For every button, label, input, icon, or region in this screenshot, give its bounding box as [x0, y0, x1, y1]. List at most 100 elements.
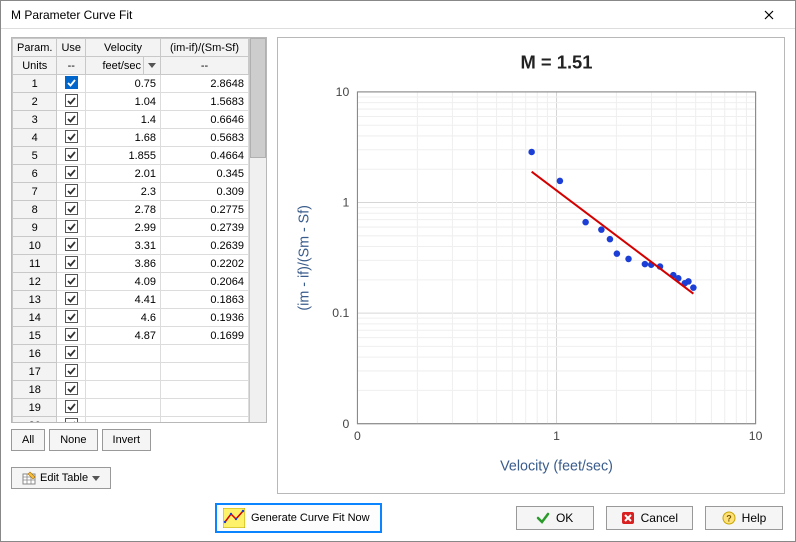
table-row[interactable]: 15 4.870.1699 [13, 327, 249, 345]
ratio-cell[interactable]: 2.8648 [161, 75, 249, 93]
table-row[interactable]: 16 [13, 345, 249, 363]
edit-table-button[interactable]: Edit Table [11, 467, 111, 489]
table-row[interactable]: 10 3.310.2639 [13, 237, 249, 255]
ratio-cell[interactable]: 0.6646 [161, 111, 249, 129]
row-number[interactable]: 12 [13, 273, 57, 291]
ratio-cell[interactable]: 0.4664 [161, 147, 249, 165]
ratio-cell[interactable] [161, 417, 249, 424]
table-row[interactable]: 8 2.780.2775 [13, 201, 249, 219]
use-checkbox-cell[interactable] [57, 363, 86, 381]
table-row[interactable]: 21.041.5683 [13, 93, 249, 111]
row-number[interactable]: 5 [13, 147, 57, 165]
ratio-cell[interactable]: 0.5683 [161, 129, 249, 147]
table-row[interactable]: 92.990.2739 [13, 219, 249, 237]
col-header-use[interactable]: Use [57, 39, 86, 57]
table-row[interactable]: 10.752.8648 [13, 75, 249, 93]
row-number[interactable]: 1 [13, 75, 57, 93]
use-checkbox-cell[interactable] [57, 111, 86, 129]
row-number[interactable]: 17 [13, 363, 57, 381]
col-header-velocity[interactable]: Velocity [86, 39, 161, 57]
units-label[interactable]: Units [13, 57, 57, 75]
velocity-cell[interactable]: 4.87 [86, 327, 161, 345]
scrollbar-thumb[interactable] [250, 38, 266, 158]
use-checkbox-cell[interactable] [57, 237, 86, 255]
use-checkbox-cell[interactable] [57, 183, 86, 201]
row-number[interactable]: 11 [13, 255, 57, 273]
velocity-cell[interactable] [86, 345, 161, 363]
close-button[interactable] [749, 3, 789, 27]
table-row[interactable]: 11 3.860.2202 [13, 255, 249, 273]
table-row[interactable]: 18 [13, 381, 249, 399]
use-checkbox-cell[interactable] [57, 345, 86, 363]
row-number[interactable]: 7 [13, 183, 57, 201]
table-row[interactable]: 5 1.8550.4664 [13, 147, 249, 165]
use-checkbox-cell[interactable] [57, 201, 86, 219]
velocity-cell[interactable]: 4.6 [86, 309, 161, 327]
use-checkbox-cell[interactable] [57, 417, 86, 424]
velocity-cell[interactable] [86, 399, 161, 417]
ratio-cell[interactable]: 0.2202 [161, 255, 249, 273]
ratio-cell[interactable]: 0.2775 [161, 201, 249, 219]
row-number[interactable]: 15 [13, 327, 57, 345]
ratio-cell[interactable] [161, 363, 249, 381]
use-checkbox-cell[interactable] [57, 273, 86, 291]
velocity-units-dropdown[interactable] [144, 57, 161, 75]
table-row[interactable]: 4 1.680.5683 [13, 129, 249, 147]
use-checkbox-cell[interactable] [57, 147, 86, 165]
velocity-cell[interactable]: 3.86 [86, 255, 161, 273]
velocity-cell[interactable]: 4.41 [86, 291, 161, 309]
ratio-cell[interactable]: 0.2064 [161, 273, 249, 291]
velocity-cell[interactable] [86, 417, 161, 424]
table-row[interactable]: 20 [13, 417, 249, 424]
row-number[interactable]: 10 [13, 237, 57, 255]
generate-curve-fit-button[interactable]: Generate Curve Fit Now [215, 503, 382, 533]
ratio-cell[interactable]: 0.1936 [161, 309, 249, 327]
velocity-cell[interactable] [86, 381, 161, 399]
use-checkbox-cell[interactable] [57, 291, 86, 309]
velocity-cell[interactable]: 1.855 [86, 147, 161, 165]
velocity-cell[interactable] [86, 363, 161, 381]
velocity-cell[interactable]: 2.99 [86, 219, 161, 237]
velocity-cell[interactable]: 1.04 [86, 93, 161, 111]
velocity-cell[interactable]: 4.09 [86, 273, 161, 291]
table-row[interactable]: 14 4.60.1936 [13, 309, 249, 327]
all-button[interactable]: All [11, 429, 45, 451]
use-checkbox-cell[interactable] [57, 399, 86, 417]
velocity-units[interactable]: feet/sec [86, 57, 144, 75]
none-button[interactable]: None [49, 429, 97, 451]
velocity-cell[interactable]: 1.4 [86, 111, 161, 129]
use-checkbox-cell[interactable] [57, 165, 86, 183]
row-number[interactable]: 8 [13, 201, 57, 219]
use-checkbox-cell[interactable] [57, 309, 86, 327]
vertical-scrollbar[interactable] [249, 38, 266, 422]
velocity-cell[interactable]: 2.3 [86, 183, 161, 201]
row-number[interactable]: 18 [13, 381, 57, 399]
row-number[interactable]: 14 [13, 309, 57, 327]
velocity-cell[interactable]: 2.01 [86, 165, 161, 183]
use-checkbox-cell[interactable] [57, 219, 86, 237]
ratio-cell[interactable]: 0.1699 [161, 327, 249, 345]
use-checkbox-cell[interactable] [57, 75, 86, 93]
use-checkbox-cell[interactable] [57, 255, 86, 273]
velocity-cell[interactable]: 3.31 [86, 237, 161, 255]
invert-button[interactable]: Invert [102, 429, 152, 451]
ratio-cell[interactable] [161, 381, 249, 399]
use-checkbox-cell[interactable] [57, 327, 86, 345]
row-number[interactable]: 2 [13, 93, 57, 111]
row-number[interactable]: 13 [13, 291, 57, 309]
col-header-param[interactable]: Param. [13, 39, 57, 57]
row-number[interactable]: 4 [13, 129, 57, 147]
data-table[interactable]: Param. Use Velocity (im-if)/(Sm-Sf) Unit… [12, 38, 249, 423]
row-number[interactable]: 9 [13, 219, 57, 237]
row-number[interactable]: 19 [13, 399, 57, 417]
help-button[interactable]: ? Help [705, 506, 783, 530]
ratio-cell[interactable]: 0.2639 [161, 237, 249, 255]
velocity-cell[interactable]: 1.68 [86, 129, 161, 147]
ratio-cell[interactable]: 0.345 [161, 165, 249, 183]
table-row[interactable]: 12 4.090.2064 [13, 273, 249, 291]
cancel-button[interactable]: Cancel [606, 506, 693, 530]
table-row[interactable]: 72.30.309 [13, 183, 249, 201]
table-row[interactable]: 17 [13, 363, 249, 381]
table-row[interactable]: 62.010.345 [13, 165, 249, 183]
velocity-cell[interactable]: 2.78 [86, 201, 161, 219]
